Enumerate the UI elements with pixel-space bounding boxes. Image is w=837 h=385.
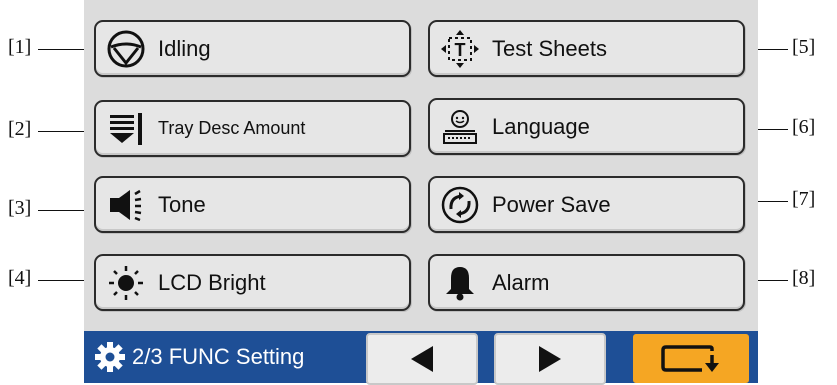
tone-label: Tone [158,191,206,217]
tray-descend-icon [104,107,148,151]
callout-3: [3] [8,197,32,219]
idling-label: Idling [158,35,211,61]
lcd-bright-button[interactable]: LCD Bright [94,254,411,311]
lcd-bright-label: LCD Bright [158,269,266,295]
tray-desc-amount-button[interactable]: Tray Desc Amount [94,100,411,157]
language-keyboard-icon [438,105,482,149]
prev-page-button[interactable] [366,333,478,385]
callout-1: [1] [8,36,32,58]
power-save-icon [438,183,482,227]
page-title: 2/3 FUNC Setting [94,341,304,373]
alarm-button[interactable]: Alarm [428,254,745,311]
page-title-text: 2/3 FUNC Setting [132,344,305,369]
callout-4: [4] [8,267,32,289]
callout-5: [5] [792,36,816,58]
test-sheets-button[interactable]: T Test Sheets [428,20,745,77]
sun-icon [104,261,148,305]
idling-button[interactable]: Idling [94,20,411,77]
tray-desc-amount-label: Tray Desc Amount [158,118,306,138]
bottom-bar: 2/3 FUNC Setting [84,331,758,385]
tone-button[interactable]: Tone [94,176,411,233]
svg-text:T: T [455,40,466,60]
return-icon [661,344,719,372]
speaker-icon [104,183,148,227]
callout-7: [7] [792,188,816,210]
bell-icon [438,261,482,305]
callout-2: [2] [8,118,32,140]
power-save-button[interactable]: Power Save [428,176,745,233]
steering-wheel-icon [104,27,148,71]
test-sheet-icon: T [438,27,482,71]
language-label: Language [492,113,590,139]
next-page-button[interactable] [494,333,606,385]
language-button[interactable]: Language [428,98,745,155]
callout-8: [8] [792,267,816,289]
test-sheets-label: Test Sheets [492,35,607,61]
callout-6: [6] [792,116,816,138]
alarm-label: Alarm [492,269,550,295]
power-save-label: Power Save [492,191,611,217]
right-arrow-icon [539,346,561,372]
left-arrow-icon [411,346,433,372]
gear-icon [95,342,125,372]
return-button[interactable] [633,334,749,383]
